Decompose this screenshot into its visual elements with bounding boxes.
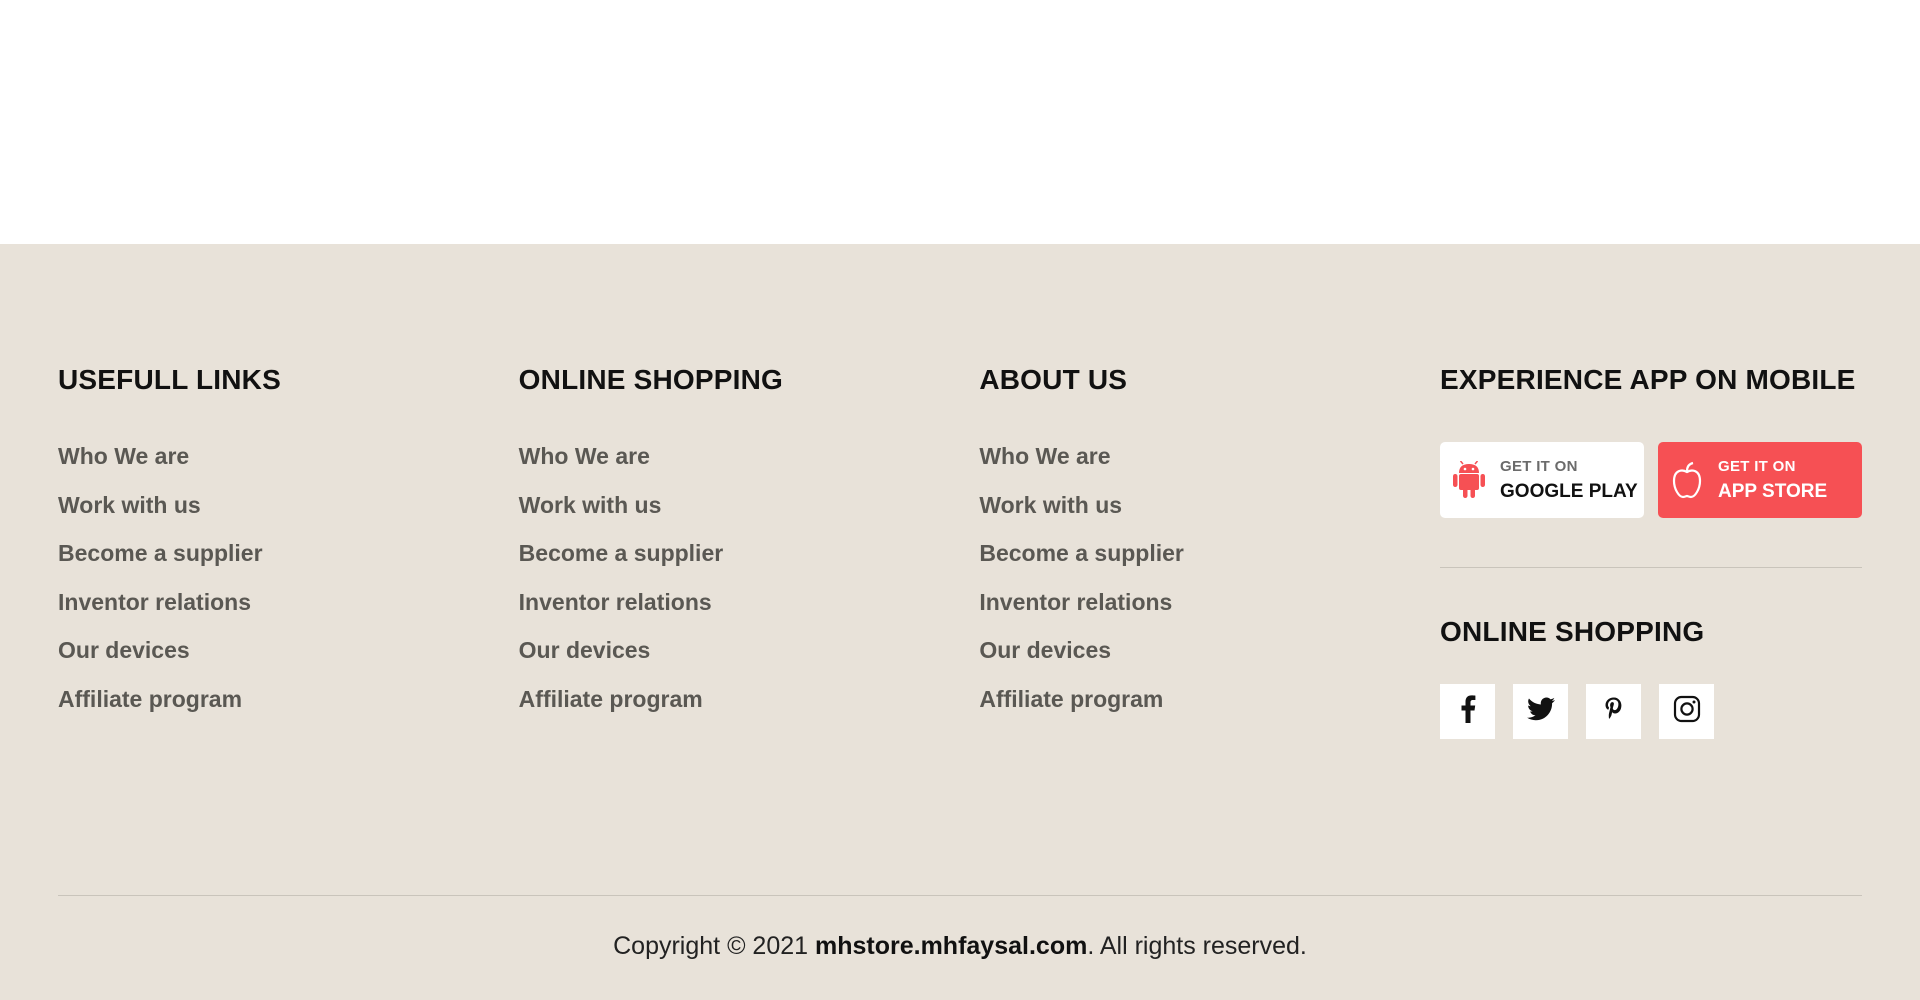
footer-link-who-we-are[interactable]: Who We are (979, 443, 1110, 469)
footer-link-become-supplier[interactable]: Become a supplier (979, 540, 1184, 566)
list-item[interactable]: Inventor relations (58, 588, 519, 637)
twitter-link[interactable] (1513, 684, 1569, 739)
footer-link-affiliate-program[interactable]: Affiliate program (979, 686, 1163, 712)
footer-column-useful-links: USEFULL LINKS Who We are Work with us Be… (58, 364, 519, 739)
footer-link-our-devices[interactable]: Our devices (519, 637, 651, 663)
list-item[interactable]: Inventor relations (519, 588, 980, 637)
list-item[interactable]: Become a supplier (979, 539, 1440, 588)
list-item[interactable]: Work with us (979, 491, 1440, 540)
app-store-button[interactable]: GET IT ON APP STORE (1658, 442, 1863, 518)
link-list: Who We are Work with us Become a supplie… (519, 442, 980, 734)
social-title: ONLINE SHOPPING (1440, 616, 1705, 647)
copyright-prefix: Copyright © 2021 (613, 932, 815, 960)
column-title: USEFULL LINKS (58, 364, 281, 395)
app-store-text: GET IT ON APP STORE (1718, 458, 1827, 503)
copyright-text: Copyright © 2021 mhstore.mhfaysal.com. A… (0, 932, 1920, 961)
facebook-link[interactable] (1440, 684, 1496, 739)
list-item[interactable]: Our devices (58, 636, 519, 685)
list-item[interactable]: Become a supplier (58, 539, 519, 588)
google-play-small-label: GET IT ON (1500, 457, 1578, 475)
footer-link-become-supplier[interactable]: Become a supplier (58, 540, 263, 566)
footer-link-our-devices[interactable]: Our devices (58, 637, 190, 663)
app-store-small-label: GET IT ON (1718, 457, 1796, 475)
social-links (1440, 684, 1862, 739)
copyright-suffix: . All rights reserved. (1087, 932, 1307, 960)
google-play-text: GET IT ON GOOGLE PLAY (1500, 458, 1638, 503)
footer-column-online-shopping: ONLINE SHOPPING Who We are Work with us … (519, 364, 980, 739)
column-title: ONLINE SHOPPING (518, 364, 784, 395)
facebook-icon (1460, 695, 1476, 728)
list-item[interactable]: Inventor relations (979, 588, 1440, 637)
list-item[interactable]: Who We are (979, 442, 1440, 491)
footer-column-mobile-app: EXPERIENCE APP ON MOBILE GET IT ON GOOGL… (1440, 364, 1863, 739)
app-store-label: APP STORE (1718, 480, 1828, 502)
footer-link-who-we-are[interactable]: Who We are (519, 443, 650, 469)
footer-link-become-supplier[interactable]: Become a supplier (519, 540, 724, 566)
instagram-link[interactable] (1659, 684, 1715, 739)
instagram-icon (1673, 695, 1701, 728)
footer-link-inventor-relations[interactable]: Inventor relations (979, 589, 1172, 615)
site-footer: USEFULL LINKS Who We are Work with us Be… (0, 244, 1920, 1000)
pinterest-icon (1603, 696, 1625, 727)
footer-link-work-with-us[interactable]: Work with us (519, 492, 662, 518)
page-content-area (0, 0, 1920, 244)
list-item[interactable]: Who We are (519, 442, 980, 491)
footer-columns: USEFULL LINKS Who We are Work with us Be… (58, 244, 1863, 739)
footer-link-work-with-us[interactable]: Work with us (979, 492, 1122, 518)
list-item[interactable]: Work with us (58, 491, 519, 540)
link-list: Who We are Work with us Become a supplie… (58, 442, 519, 734)
list-item[interactable]: Affiliate program (58, 685, 519, 734)
footer-bottom-divider (58, 895, 1862, 896)
footer-link-who-we-are[interactable]: Who We are (58, 443, 189, 469)
site-link[interactable]: mhstore.mhfaysal.com (815, 932, 1087, 960)
app-store-buttons: GET IT ON GOOGLE PLAY GET IT ON APP STOR… (1440, 442, 1863, 518)
footer-link-inventor-relations[interactable]: Inventor relations (519, 589, 712, 615)
column-title: ABOUT US (979, 364, 1128, 395)
footer-link-our-devices[interactable]: Our devices (979, 637, 1111, 663)
footer-link-affiliate-program[interactable]: Affiliate program (519, 686, 703, 712)
footer-column-about-us: ABOUT US Who We are Work with us Become … (979, 364, 1440, 739)
google-play-label: GOOGLE PLAY (1500, 480, 1638, 502)
list-item[interactable]: Become a supplier (519, 539, 980, 588)
pinterest-link[interactable] (1586, 684, 1642, 739)
list-item[interactable]: Affiliate program (519, 685, 980, 734)
google-play-button[interactable]: GET IT ON GOOGLE PLAY (1440, 442, 1645, 518)
list-item[interactable]: Our devices (979, 636, 1440, 685)
link-list: Who We are Work with us Become a supplie… (979, 442, 1440, 734)
footer-link-work-with-us[interactable]: Work with us (58, 492, 201, 518)
mobile-app-title: EXPERIENCE APP ON MOBILE (1440, 364, 1856, 395)
list-item[interactable]: Our devices (519, 636, 980, 685)
twitter-icon (1526, 697, 1555, 726)
apple-icon (1670, 460, 1704, 500)
mobile-section-divider (1440, 567, 1863, 568)
list-item[interactable]: Affiliate program (979, 685, 1440, 734)
footer-link-inventor-relations[interactable]: Inventor relations (58, 589, 251, 615)
list-item[interactable]: Work with us (519, 491, 980, 540)
footer-link-affiliate-program[interactable]: Affiliate program (58, 686, 242, 712)
list-item[interactable]: Who We are (58, 442, 519, 491)
android-icon (1452, 460, 1486, 500)
